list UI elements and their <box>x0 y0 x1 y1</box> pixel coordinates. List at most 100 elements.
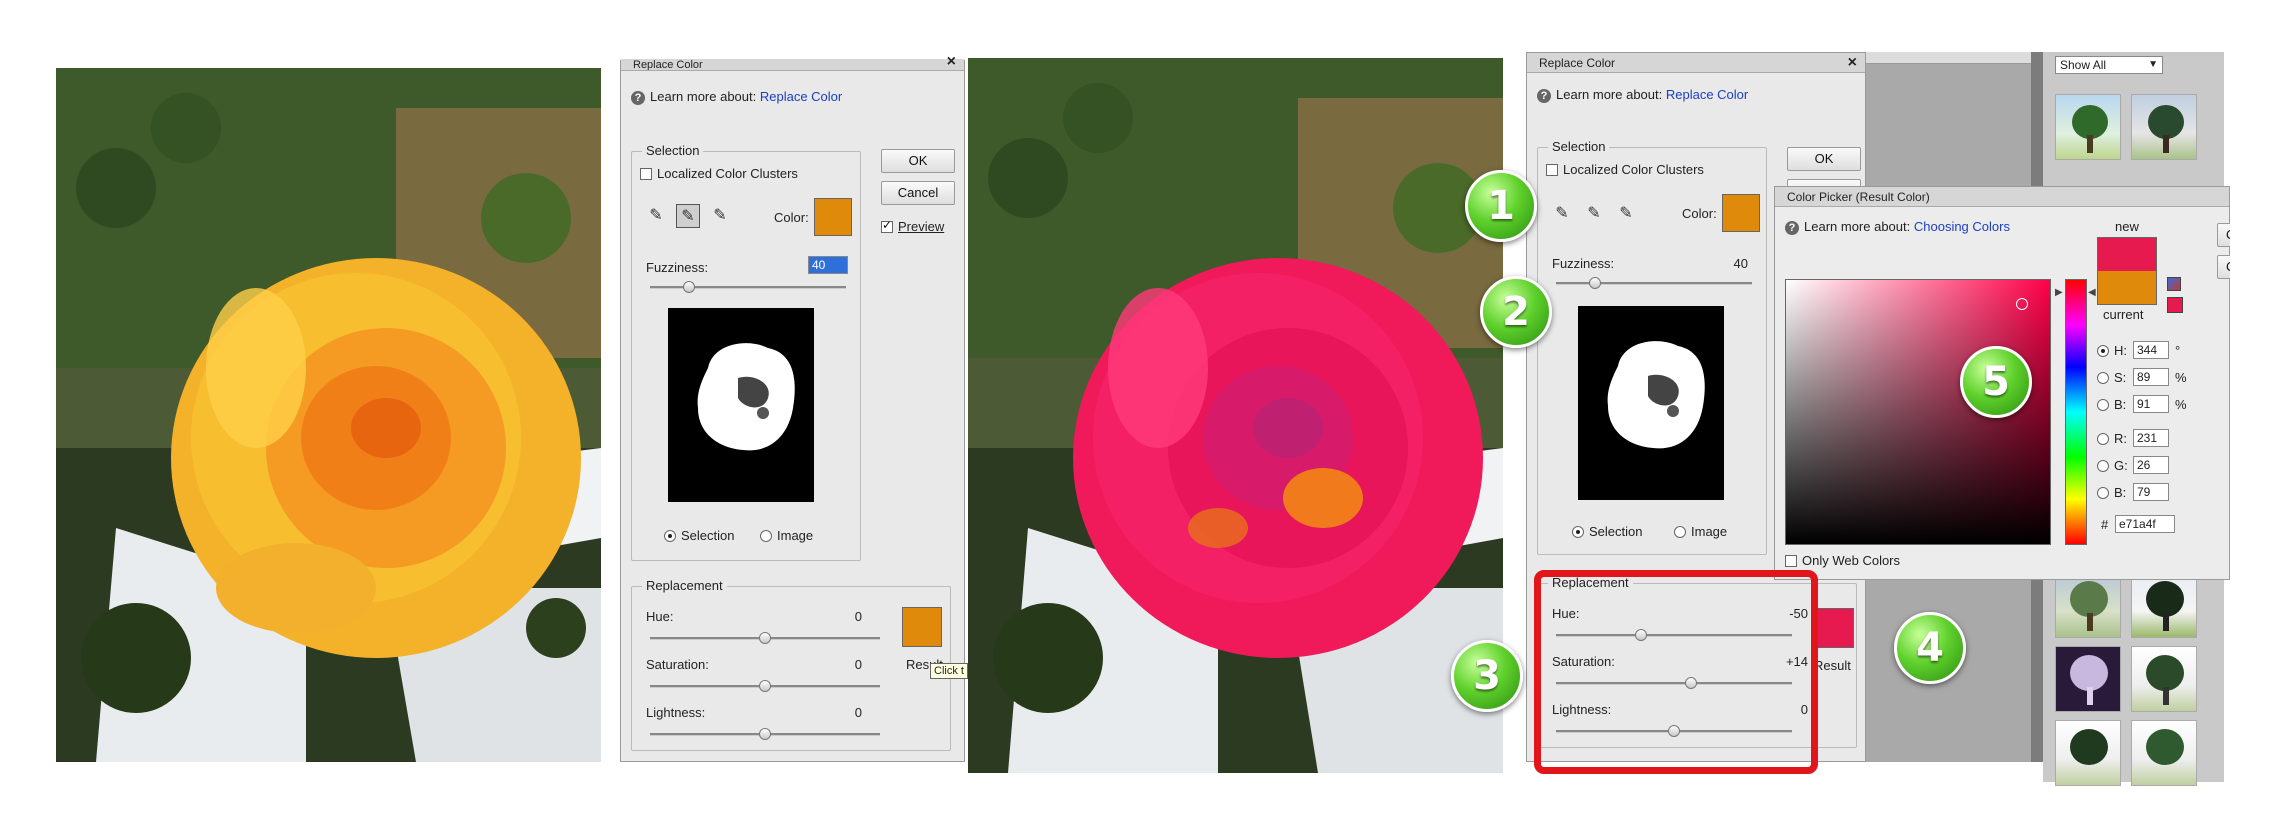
radio-dot[interactable] <box>2097 433 2109 445</box>
radio-r[interactable]: R: <box>2097 431 2127 446</box>
radio-dot[interactable] <box>2097 460 2109 472</box>
thumbnail-tree-2[interactable] <box>2131 94 2197 160</box>
h-unit: ° <box>2175 343 2181 358</box>
checkbox-box[interactable] <box>640 168 652 180</box>
eyedropper-icon[interactable]: ✎ <box>1550 202 1574 226</box>
fuzziness-slider-thumb[interactable] <box>683 281 696 293</box>
checkbox-box[interactable] <box>1546 164 1558 176</box>
b-input[interactable]: 91 <box>2133 395 2169 413</box>
step-badge-3: 3 <box>1451 640 1523 712</box>
saturation-slider-thumb[interactable] <box>759 680 771 692</box>
radio-dot[interactable] <box>1572 526 1584 538</box>
selection-group-label: Selection <box>1548 139 1610 154</box>
radio-dot[interactable] <box>664 530 676 542</box>
fuzziness-slider-thumb[interactable] <box>1589 277 1602 289</box>
thumbnail-tree-3[interactable] <box>2055 572 2121 638</box>
s-input[interactable]: 89 <box>2133 368 2169 386</box>
radio-selection[interactable]: Selection <box>1572 524 1642 539</box>
localized-clusters-label: Localized Color Clusters <box>1563 162 1704 177</box>
radio-image[interactable]: Image <box>1674 524 1727 539</box>
lightness-slider[interactable] <box>650 728 880 740</box>
radio-dot[interactable] <box>1674 526 1686 538</box>
fuzziness-slider[interactable] <box>1556 277 1752 289</box>
radio-dot[interactable] <box>2097 399 2109 411</box>
thumbnail-tree-7[interactable] <box>2055 720 2121 786</box>
help-prefix: Learn more about: <box>1556 87 1663 102</box>
thumbnail-tree-5[interactable] <box>2055 646 2121 712</box>
eyedropper-subtract-icon[interactable]: ✎ <box>708 204 732 228</box>
color-label: Color: <box>1682 206 1717 221</box>
help-link[interactable]: Choosing Colors <box>1914 219 2010 234</box>
fuzziness-slider[interactable] <box>650 281 846 293</box>
b-label: B: <box>2114 397 2127 412</box>
radio-g[interactable]: G: <box>2097 458 2128 473</box>
checkbox-box[interactable] <box>881 218 893 233</box>
radio-blue[interactable]: B: <box>2097 485 2126 500</box>
help-icon: ? <box>1537 89 1551 103</box>
result-swatch[interactable] <box>902 607 942 647</box>
eyedropper-add-icon[interactable]: ✎ <box>1582 202 1606 226</box>
help-prefix: Learn more about: <box>1804 219 1911 234</box>
hue-label: Hue: <box>646 609 674 624</box>
result-swatch[interactable] <box>1814 608 1854 648</box>
page-edge-mask <box>2230 0 2276 820</box>
help-link[interactable]: Replace Color <box>1666 87 1748 102</box>
radio-s[interactable]: S: <box>2097 370 2126 385</box>
selected-color-swatch[interactable] <box>1722 194 1760 232</box>
preview-label: Preview <box>898 219 945 234</box>
close-icon[interactable]: × <box>1848 54 1857 72</box>
radio-selection[interactable]: Selection <box>664 528 734 543</box>
hue-strip[interactable] <box>2065 279 2087 545</box>
radio-dot[interactable] <box>2097 345 2109 357</box>
g-label: G: <box>2114 458 2128 473</box>
gamut-swatch-icon[interactable] <box>2167 297 2183 313</box>
ok-button[interactable]: OK <box>881 149 955 173</box>
radio-image[interactable]: Image <box>760 528 813 543</box>
fuzziness-value: 40 <box>1733 256 1748 271</box>
radio-b[interactable]: B: <box>2097 397 2126 412</box>
thumbnail-tree-4[interactable] <box>2131 572 2197 638</box>
selection-group: Selection Localized Color Clusters ✎ ✎ ✎… <box>631 143 861 561</box>
show-all-label: Show All <box>2060 58 2107 72</box>
h-input[interactable]: 344 <box>2133 341 2169 359</box>
blue-input[interactable]: 79 <box>2133 483 2169 501</box>
thumbnail-tree-6[interactable] <box>2131 646 2197 712</box>
localized-clusters-checkbox[interactable]: Localized Color Clusters <box>1546 162 1704 177</box>
hue-slider[interactable] <box>650 632 880 644</box>
thumbnail-tree-8[interactable] <box>2131 720 2197 786</box>
hue-slider-thumb[interactable] <box>759 632 771 644</box>
ok-button[interactable]: OK <box>1787 147 1861 171</box>
current-color-swatch[interactable] <box>2097 271 2157 305</box>
help-line: ? Learn more about: Replace Color <box>1537 87 1748 103</box>
eyedropper-subtract-icon[interactable]: ✎ <box>1614 202 1638 226</box>
r-input[interactable]: 231 <box>2133 429 2169 447</box>
saturation-slider[interactable] <box>650 680 880 692</box>
lightness-slider-thumb[interactable] <box>759 728 771 740</box>
fuzziness-input[interactable]: 40 <box>808 256 848 274</box>
selected-color-swatch[interactable] <box>814 198 852 236</box>
selection-preview <box>668 308 814 502</box>
color-picker-title: Color Picker (Result Color) <box>1775 187 2229 207</box>
radio-h[interactable]: H: <box>2097 343 2127 358</box>
eyedropper-icon[interactable]: ✎ <box>644 204 668 228</box>
close-icon[interactable]: × <box>947 53 956 71</box>
show-all-dropdown[interactable]: Show All ▼ <box>2055 56 2163 74</box>
hue-strip-arrow-left-icon: ▶ <box>2055 287 2063 298</box>
thumbnail-tree-1[interactable] <box>2055 94 2121 160</box>
cancel-button[interactable]: Cancel <box>881 181 955 205</box>
radio-dot[interactable] <box>760 530 772 542</box>
preview-checkbox[interactable]: Preview <box>881 218 945 234</box>
localized-clusters-checkbox[interactable]: Localized Color Clusters <box>640 166 798 181</box>
color-field-cursor[interactable] <box>2016 298 2028 310</box>
eyedropper-add-icon[interactable]: ✎ <box>676 204 700 228</box>
radio-dot[interactable] <box>2097 487 2109 499</box>
hue-value: 0 <box>854 609 862 624</box>
replacement-group-label: Replacement <box>642 578 727 593</box>
hex-input[interactable]: e71a4f <box>2115 515 2175 533</box>
help-link[interactable]: Replace Color <box>760 89 842 104</box>
cube-icon[interactable] <box>2167 277 2181 291</box>
only-web-colors-checkbox[interactable]: Only Web Colors <box>1785 553 1900 568</box>
g-input[interactable]: 26 <box>2133 456 2169 474</box>
radio-dot[interactable] <box>2097 372 2109 384</box>
checkbox-box[interactable] <box>1785 555 1797 567</box>
